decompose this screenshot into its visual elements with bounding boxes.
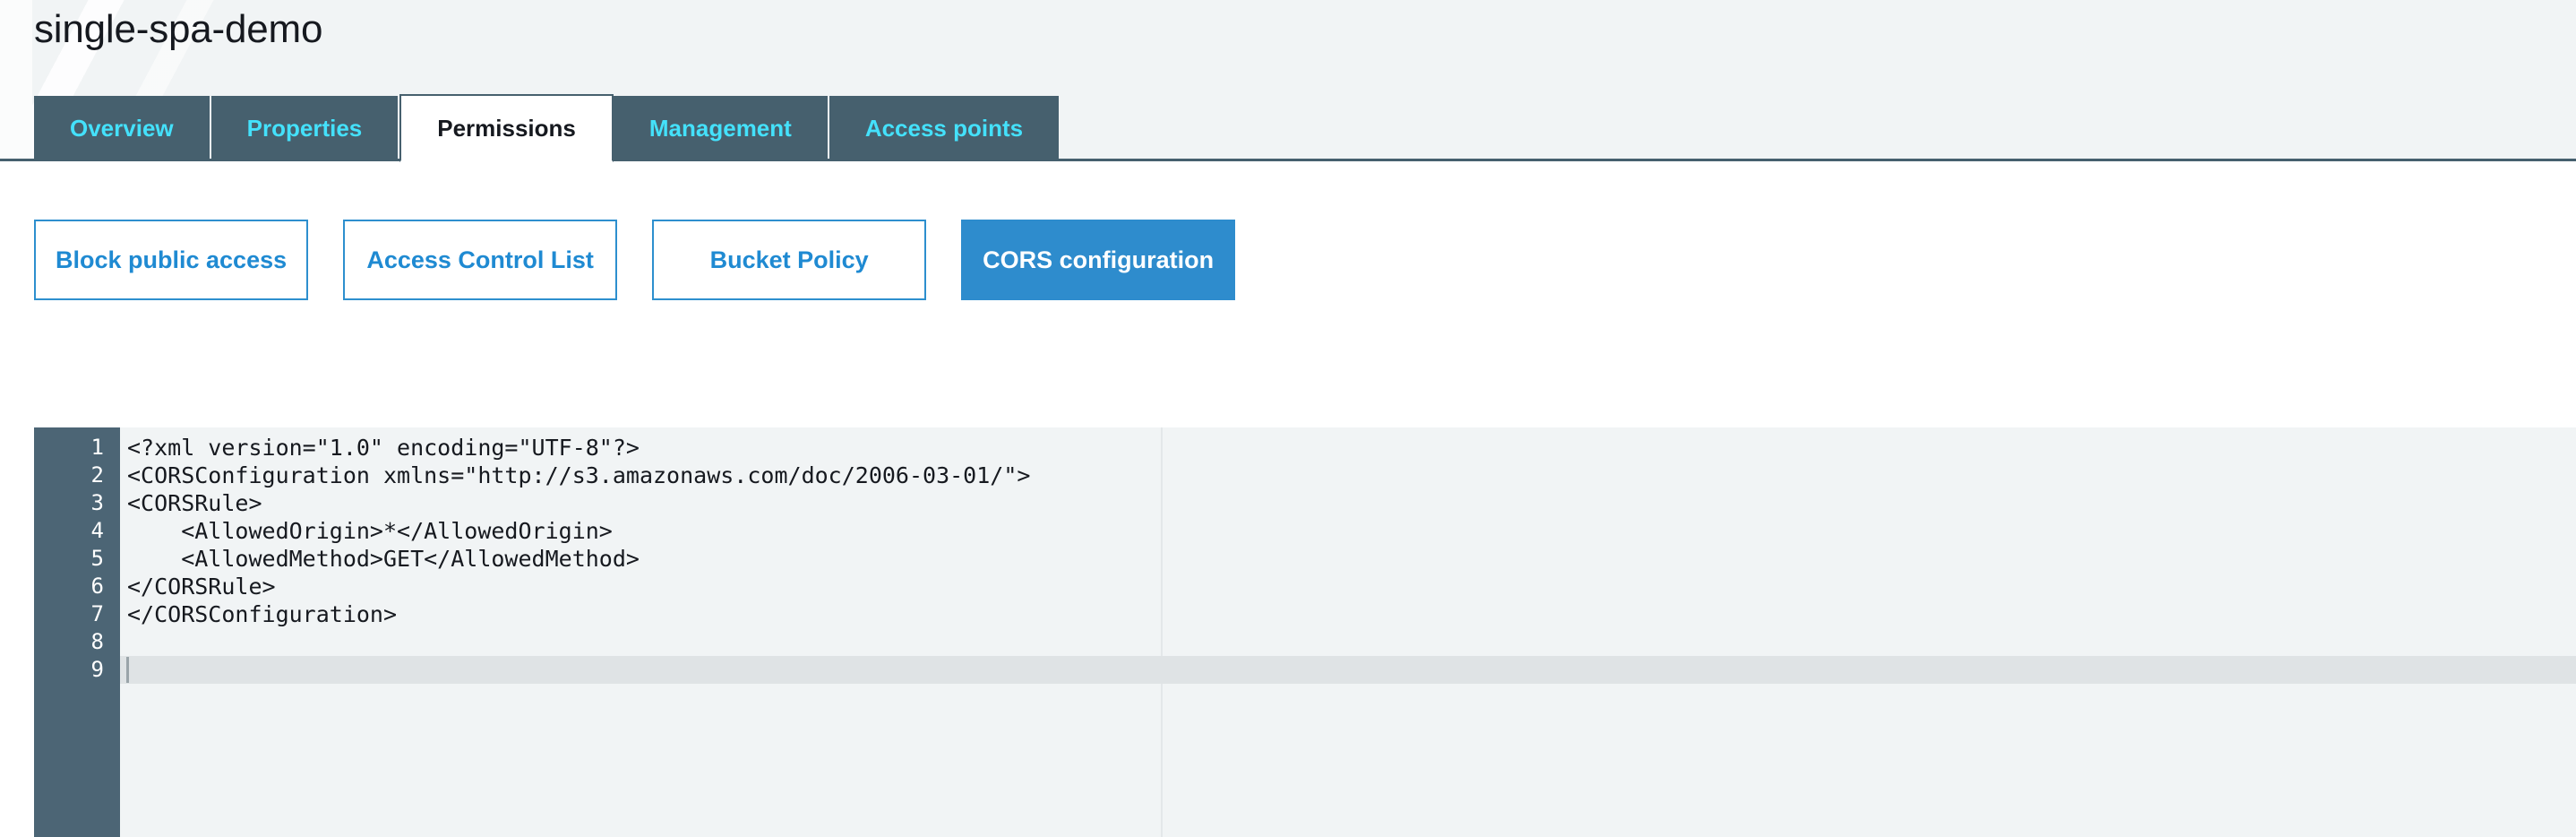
permissions-panel: Block public access Access Control List … <box>0 161 2576 837</box>
page-header: single-spa-demo Overview Properties Perm… <box>0 0 2576 233</box>
tab-access-points[interactable]: Access points <box>829 96 1061 160</box>
tab-bar-underline <box>0 159 2576 161</box>
cors-code-editor[interactable]: 1 2 3 4 5 6 7 8 9 <?xml version="1.0" en… <box>34 427 2576 837</box>
code-line: <?xml version="1.0" encoding="UTF-8"?> <box>127 435 640 461</box>
editor-line-number-gutter: 1 2 3 4 5 6 7 8 9 <box>34 427 120 837</box>
line-number: 7 <box>90 601 104 626</box>
subtab-cors-configuration-label: CORS configuration <box>983 246 1215 273</box>
line-number: 2 <box>90 462 104 488</box>
line-number: 3 <box>90 490 104 515</box>
tab-permissions-label: Permissions <box>437 114 576 142</box>
tab-management-label: Management <box>648 114 792 142</box>
subtab-block-public-access[interactable]: Block public access <box>34 220 309 300</box>
tab-properties[interactable]: Properties <box>210 96 400 160</box>
code-line: <CORSRule> <box>127 490 262 516</box>
tab-overview[interactable]: Overview <box>34 96 211 160</box>
subtab-access-control-list[interactable]: Access Control List <box>343 220 618 300</box>
page-title: single-spa-demo <box>34 7 323 51</box>
tab-permissions[interactable]: Permissions <box>399 94 614 162</box>
subtab-block-public-access-label: Block public access <box>56 246 288 273</box>
subtab-bucket-policy[interactable]: Bucket Policy <box>652 220 927 300</box>
line-number: 5 <box>90 546 104 571</box>
tab-properties-label: Properties <box>246 114 363 142</box>
tab-management[interactable]: Management <box>613 96 829 160</box>
subtab-cors-configuration[interactable]: CORS configuration <box>961 220 1236 300</box>
code-line: <AllowedMethod>GET</AllowedMethod> <box>127 546 640 572</box>
primary-tab-bar: Overview Properties Permissions Manageme… <box>34 94 1061 162</box>
editor-text-area[interactable]: <?xml version="1.0" encoding="UTF-8"?> <… <box>120 427 2576 837</box>
tab-access-points-label: Access points <box>864 114 1024 142</box>
text-cursor <box>126 657 129 683</box>
tab-overview-label: Overview <box>70 114 174 142</box>
header-left-strip <box>0 0 32 161</box>
line-number: 6 <box>90 574 104 599</box>
code-line: </CORSConfiguration> <box>127 601 398 627</box>
line-number: 4 <box>90 518 104 543</box>
permissions-subtab-bar: Block public access Access Control List … <box>34 220 1236 300</box>
line-number: 9 <box>90 657 104 682</box>
code-line: <CORSConfiguration xmlns="http://s3.amaz… <box>127 462 1031 488</box>
subtab-access-control-list-label: Access Control List <box>366 246 594 273</box>
code-line: <AllowedOrigin>*</AllowedOrigin> <box>127 518 613 544</box>
code-line: </CORSRule> <box>127 574 276 600</box>
line-number: 8 <box>90 629 104 654</box>
subtab-bucket-policy-label: Bucket Policy <box>709 246 869 273</box>
line-number: 1 <box>90 435 104 460</box>
